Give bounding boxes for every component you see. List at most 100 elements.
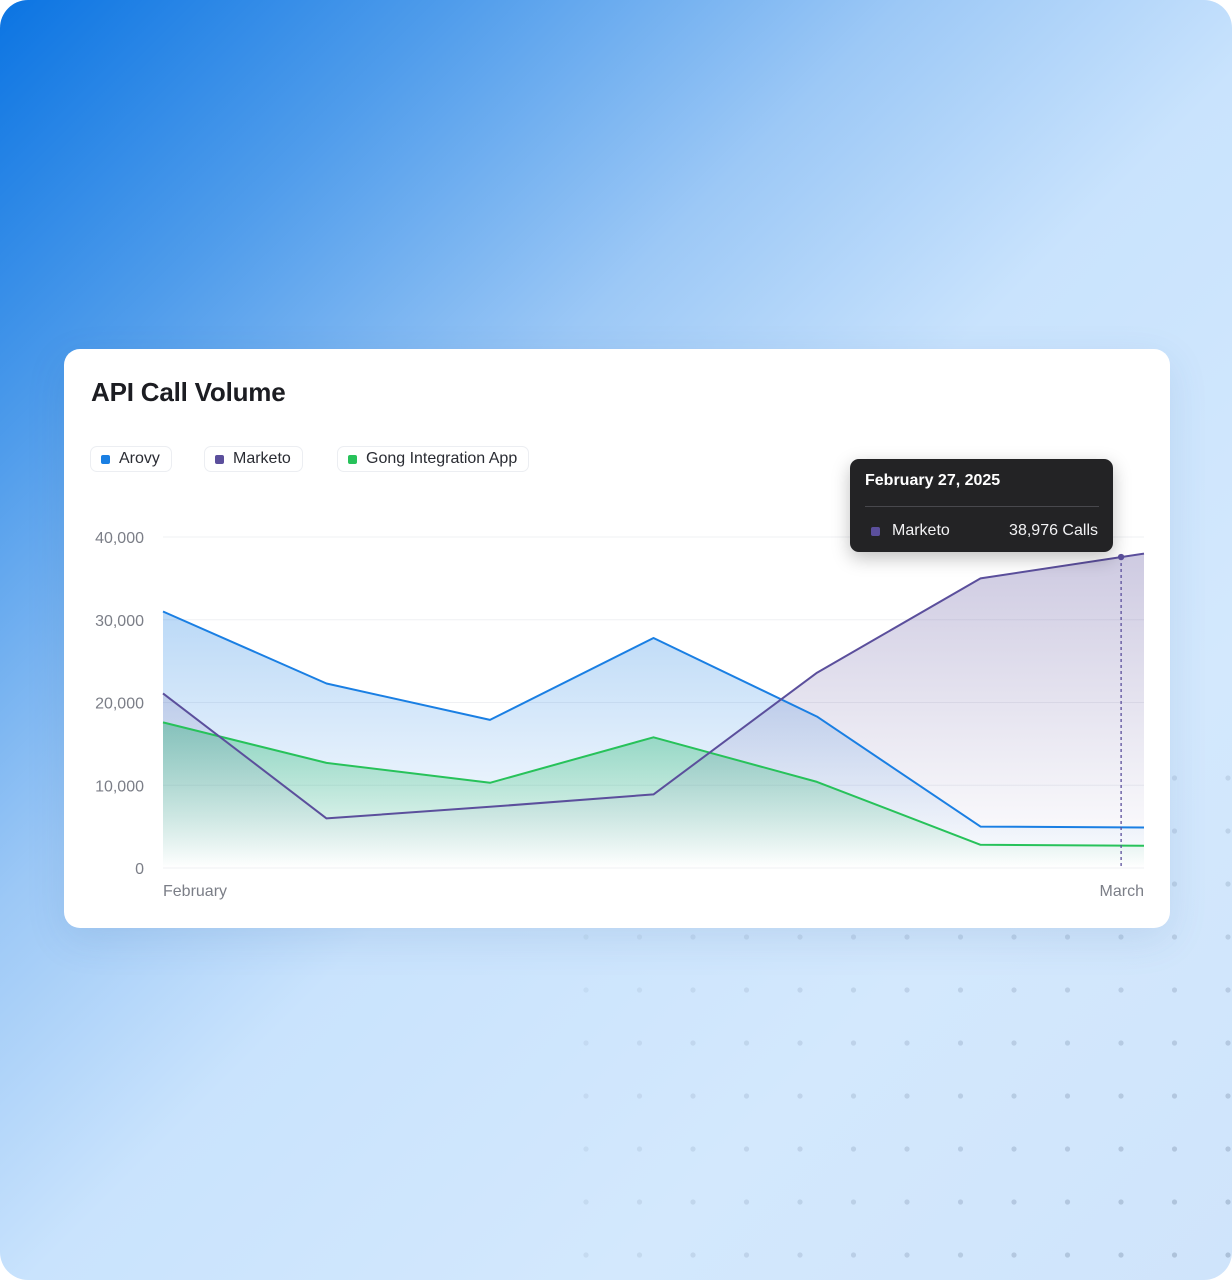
decor-dot <box>1225 828 1231 834</box>
decor-dot <box>690 1199 696 1205</box>
decor-dot <box>1011 934 1017 940</box>
decor-dot <box>904 987 910 993</box>
area-chart[interactable]: 0 10,000 20,000 30,000 40,000 February March <box>64 349 1170 928</box>
decor-dot <box>690 1146 696 1152</box>
decor-dot <box>797 934 803 940</box>
decor-dot <box>904 1252 910 1258</box>
decor-dot <box>850 987 857 993</box>
decor-dot <box>904 1093 910 1099</box>
decor-dot <box>690 1040 696 1046</box>
decor-dot <box>1064 1199 1071 1205</box>
decor-dot <box>1064 1040 1071 1046</box>
decor-dot <box>904 934 910 940</box>
decor-dot <box>797 1093 803 1099</box>
decor-dot <box>1225 1252 1231 1258</box>
decor-dot <box>904 1146 910 1152</box>
decor-dot <box>743 1040 750 1046</box>
decor-dot <box>1064 1093 1071 1099</box>
decor-dot <box>797 1252 803 1258</box>
decor-dot <box>1225 934 1231 940</box>
decor-dot <box>1118 1252 1124 1258</box>
x-tick-label: February <box>163 883 227 900</box>
decor-dot <box>1171 1146 1178 1152</box>
decor-dot <box>957 1146 964 1152</box>
decor-dot <box>1225 1199 1231 1205</box>
decor-dot <box>1011 1252 1017 1258</box>
decor-dot <box>850 1146 857 1152</box>
decor-dot <box>690 934 696 940</box>
decor-dot <box>636 1093 643 1099</box>
y-tick-label: 20,000 <box>95 696 144 713</box>
decor-dot <box>1064 987 1071 993</box>
decor-dot <box>1064 1146 1071 1152</box>
decor-dot <box>583 1040 589 1046</box>
decor-dot <box>850 934 857 940</box>
decor-dot <box>850 1093 857 1099</box>
decor-dot <box>797 1146 803 1152</box>
decor-dot <box>743 934 750 940</box>
decor-dot <box>850 1199 857 1205</box>
decor-dot <box>1225 987 1231 993</box>
decor-dot <box>1225 1040 1231 1046</box>
decor-dot <box>1171 934 1178 940</box>
chart-card: API Call Volume Arovy Marketo Gong Integ… <box>64 349 1170 928</box>
decor-dot <box>583 934 589 940</box>
decor-dot <box>1118 1199 1124 1205</box>
decor-dot <box>1225 775 1231 781</box>
tooltip-swatch <box>871 526 880 536</box>
decor-dot <box>1171 881 1178 887</box>
decor-dot <box>1118 1093 1124 1099</box>
decor-dot <box>1118 934 1124 940</box>
decor-dot <box>1011 1093 1017 1099</box>
decor-dot <box>904 1199 910 1205</box>
tooltip-value: 38,976 Calls <box>1009 522 1098 539</box>
decor-dot <box>1171 1093 1178 1099</box>
y-tick-label: 10,000 <box>95 778 144 795</box>
decor-dot <box>797 1199 803 1205</box>
y-tick-label: 40,000 <box>95 530 144 547</box>
decor-dot <box>690 987 696 993</box>
decor-dot <box>583 1146 589 1152</box>
decor-dot <box>850 1252 857 1258</box>
decor-dot <box>1064 934 1071 940</box>
decor-dot <box>743 987 750 993</box>
decor-dot <box>1011 987 1017 993</box>
decor-dot <box>1011 1146 1017 1152</box>
decor-dot <box>583 1093 589 1099</box>
decor-dot <box>583 1252 589 1258</box>
decor-dot <box>1011 1199 1017 1205</box>
decor-dot <box>743 1252 750 1258</box>
decor-dot <box>957 1040 964 1046</box>
decor-dot <box>636 934 643 940</box>
decor-dot <box>690 1252 696 1258</box>
decor-dot <box>957 934 964 940</box>
tooltip-divider <box>865 506 1099 507</box>
decor-dot <box>1118 1146 1124 1152</box>
x-tick-label: March <box>1100 883 1144 900</box>
decor-dot <box>690 1093 696 1099</box>
chart-tooltip: February 27, 2025 Marketo 38,976 Calls <box>850 459 1113 552</box>
decor-dot <box>1171 1199 1178 1205</box>
decor-dot <box>957 1199 964 1205</box>
decor-dot <box>636 1146 643 1152</box>
decor-dot <box>850 1040 857 1046</box>
decor-dot <box>1171 1040 1178 1046</box>
decor-dot <box>957 1252 964 1258</box>
decor-dot <box>636 987 643 993</box>
decor-dot <box>636 1252 643 1258</box>
tooltip-series-name: Marketo <box>892 522 950 539</box>
decor-dot <box>743 1093 750 1099</box>
decor-dot <box>1118 1040 1124 1046</box>
decor-dot <box>1171 828 1178 834</box>
decor-dot <box>1118 987 1124 993</box>
decor-dot <box>636 1040 643 1046</box>
decor-dot <box>957 1093 964 1099</box>
decor-dot <box>1171 775 1178 781</box>
hover-point[interactable] <box>1117 553 1125 561</box>
decor-dot <box>1225 881 1231 887</box>
decor-dot <box>797 1040 803 1046</box>
decor-dot <box>636 1199 643 1205</box>
decor-dot <box>743 1199 750 1205</box>
decor-dot <box>957 987 964 993</box>
decor-dot <box>743 1146 750 1152</box>
